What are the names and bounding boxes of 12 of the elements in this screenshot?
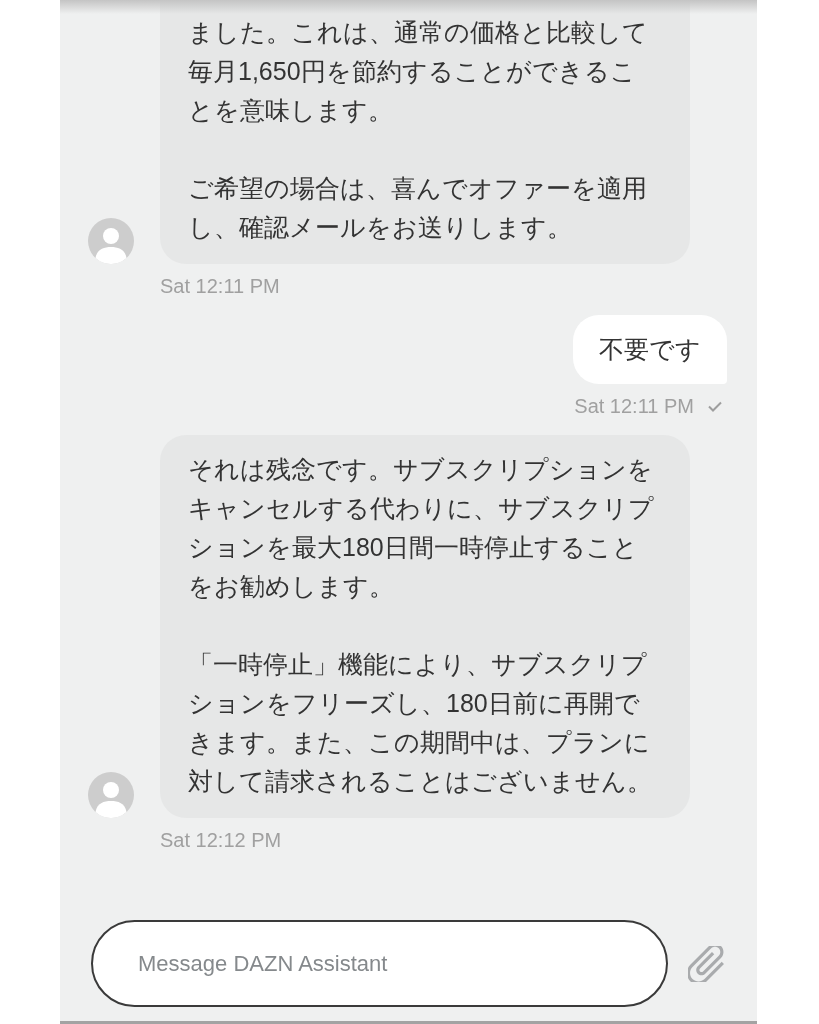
paperclip-icon[interactable] xyxy=(688,945,724,982)
message-text: それは残念です。サブスクリプションをキャンセルする代わりに、サブスクリプションを最大180日間一時停止することをお勧めします。 xyxy=(188,454,654,602)
avatar-icon xyxy=(88,772,134,818)
message-text: ご希望の場合は、喜んでオファーを適用し、確認メールをお送りします。 xyxy=(188,173,648,243)
message-text: ました。これは、通常の価格と比較して毎月1,650円を節約することができることを意味します。 xyxy=(188,17,649,126)
message-text: 「一時停止」機能により、サブスクリプションをフリーズし、180日前に再開できます。また、この期間中は、プランに対して請求されることはございません。 xyxy=(188,649,653,797)
timestamp: Sat 12:12 PM xyxy=(160,830,282,850)
message-input[interactable]: Message DAZN Assistant xyxy=(91,920,668,1007)
message-text: 不要です xyxy=(599,334,701,365)
avatar-icon xyxy=(88,218,134,264)
timestamp: Sat 12:11 PM xyxy=(160,276,280,296)
timestamp: Sat 12:11 PM xyxy=(574,396,694,416)
